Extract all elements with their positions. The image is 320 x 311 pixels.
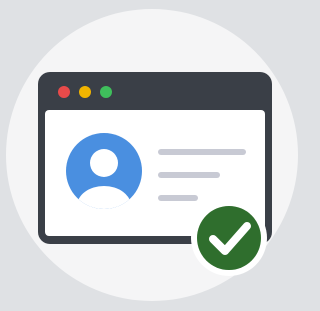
text-line	[158, 195, 198, 201]
avatar-head	[90, 149, 118, 177]
illustration-canvas	[6, 9, 298, 301]
profile-verified-illustration	[0, 0, 306, 311]
text-line	[158, 149, 246, 155]
checkmark-badge-icon	[191, 200, 267, 276]
window-close-dot	[58, 86, 70, 98]
window-minimize-dot	[79, 86, 91, 98]
text-line	[158, 172, 220, 178]
badge-circle	[197, 206, 261, 270]
window-maximize-dot	[100, 86, 112, 98]
